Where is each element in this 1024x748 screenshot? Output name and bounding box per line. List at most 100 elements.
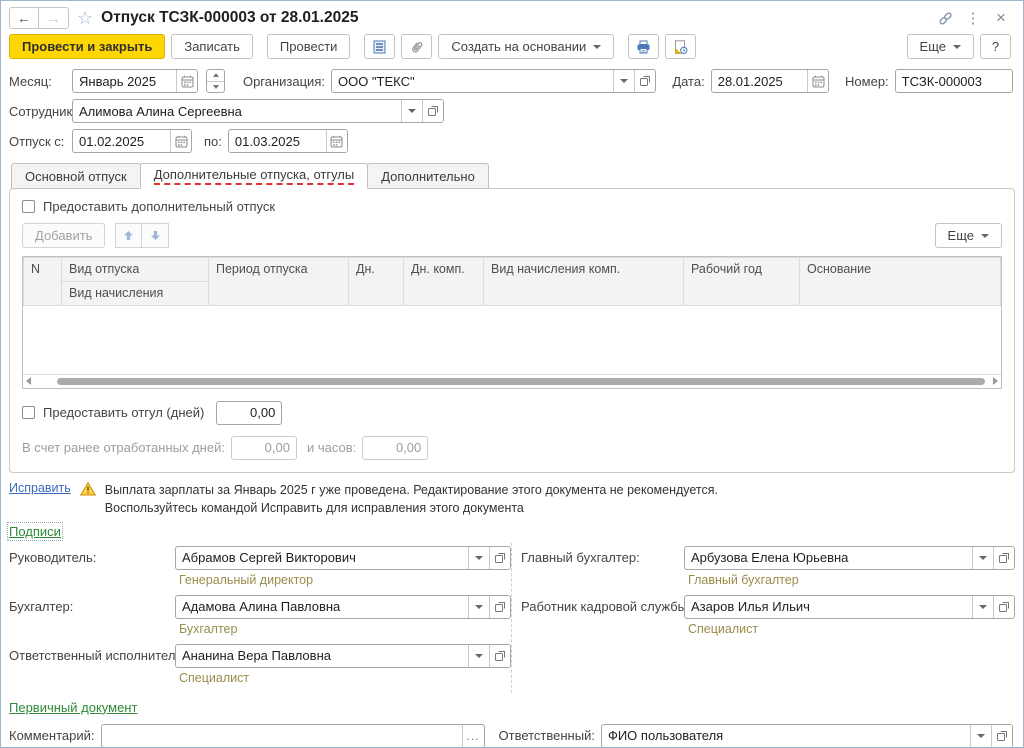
responsible-input[interactable] (602, 725, 970, 747)
time-off-days-input[interactable] (217, 402, 281, 424)
printer-icon (636, 40, 651, 54)
column-header-basis[interactable]: Основание (800, 258, 1001, 306)
more-button[interactable]: Еще (907, 34, 974, 59)
additional-vacation-checkbox-row: Предоставить дополнительный отпуск (22, 197, 1002, 223)
vacation-to-input[interactable] (229, 130, 326, 152)
back-button[interactable]: ← (9, 7, 39, 29)
responsible-executor-dropdown-button[interactable] (468, 645, 489, 667)
hr-officer-dropdown-button[interactable] (972, 596, 993, 618)
date-input[interactable] (712, 70, 807, 92)
month-calendar-button[interactable] (176, 70, 197, 92)
column-header-days[interactable]: Дн. (349, 258, 404, 306)
close-button[interactable]: × (991, 8, 1011, 28)
hr-officer-input[interactable] (685, 596, 972, 618)
column-header-working-year[interactable]: Рабочий год (684, 258, 800, 306)
column-header-vacation-type[interactable]: Вид отпуска (62, 258, 209, 282)
vacation-to-calendar-button[interactable] (326, 130, 347, 152)
add-row-button[interactable]: Добавить (22, 223, 105, 248)
forward-button[interactable]: → (39, 7, 69, 29)
chief-accountant-dropdown-button[interactable] (972, 547, 993, 569)
move-row-up-button[interactable] (115, 223, 142, 248)
vacation-from-field (72, 129, 192, 153)
chief-accountant-position: Главный бухгалтер (688, 573, 1015, 587)
vacation-from-input[interactable] (73, 130, 170, 152)
open-icon (998, 601, 1010, 613)
column-header-n[interactable]: N (24, 258, 62, 306)
month-field (72, 69, 198, 93)
tab-additional-vacations[interactable]: Дополнительные отпуска, отгулы (140, 163, 369, 189)
header-row-1: Месяц: Организация: (1, 66, 1023, 96)
horizontal-scrollbar-thumb[interactable] (57, 378, 985, 385)
signature-row: Руководитель: (9, 546, 511, 570)
print-history-button[interactable] (665, 34, 696, 59)
responsible-label: Ответственный: (499, 728, 595, 743)
employee-open-button[interactable] (422, 100, 443, 122)
tab-label: Дополнительно (381, 169, 475, 184)
print-button[interactable] (628, 34, 659, 59)
organization-label: Организация: (243, 74, 325, 89)
organization-dropdown-button[interactable] (613, 70, 634, 92)
document-window: ← → ☆ Отпуск ТСЗК-000003 от 28.01.2025 ⋮… (0, 0, 1024, 748)
time-off-checkbox[interactable] (22, 406, 35, 419)
comment-input[interactable] (102, 725, 462, 747)
column-header-comp-days[interactable]: Дн. комп. (404, 258, 484, 306)
warning-text: Выплата зарплаты за Январь 2025 г уже пр… (105, 481, 718, 517)
month-input[interactable] (73, 70, 176, 92)
primary-document-link[interactable]: Первичный документ (9, 700, 137, 715)
tab-label: Основной отпуск (25, 169, 127, 184)
scroll-left-icon[interactable] (26, 377, 31, 385)
table-more-label: Еще (948, 228, 974, 243)
arrow-up-icon (123, 230, 134, 241)
help-button[interactable]: ? (980, 34, 1011, 59)
organization-open-button[interactable] (634, 70, 655, 92)
favorite-star-icon[interactable]: ☆ (77, 9, 93, 27)
scroll-right-icon[interactable] (993, 377, 998, 385)
chief-accountant-open-button[interactable] (993, 547, 1014, 569)
column-header-vacation-period[interactable]: Период отпуска (209, 258, 349, 306)
fix-document-link[interactable]: Исправить (9, 481, 71, 495)
manager-dropdown-button[interactable] (468, 547, 489, 569)
responsible-executor-input[interactable] (176, 645, 468, 667)
organization-input[interactable] (332, 70, 613, 92)
post-and-close-button[interactable]: Провести и закрыть (9, 34, 165, 59)
vacation-from-calendar-button[interactable] (170, 130, 191, 152)
save-button[interactable]: Записать (171, 34, 253, 59)
employee-dropdown-button[interactable] (401, 100, 422, 122)
vacations-table-grid: N Вид отпуска Период отпуска Дн. Дн. ком… (23, 257, 1001, 374)
accountant-open-button[interactable] (489, 596, 510, 618)
month-stepper[interactable] (206, 69, 225, 93)
copy-link-button[interactable] (935, 8, 955, 28)
accountant-input[interactable] (176, 596, 468, 618)
empty-table-body[interactable] (24, 306, 1001, 374)
horizontal-scrollbar[interactable] (23, 374, 1001, 388)
tab-main-vacation[interactable]: Основной отпуск (11, 163, 141, 189)
tab-additional[interactable]: Дополнительно (367, 163, 489, 189)
column-header-comp-accrual-type[interactable]: Вид начисления комп. (484, 258, 684, 306)
column-subheader-accrual-type[interactable]: Вид начисления (62, 282, 209, 306)
manager-open-button[interactable] (489, 547, 510, 569)
additional-vacation-checkbox[interactable] (22, 200, 35, 213)
date-calendar-button[interactable] (807, 70, 828, 92)
accountant-dropdown-button[interactable] (468, 596, 489, 618)
comment-expand-button[interactable]: ... (462, 725, 484, 747)
post-button[interactable]: Провести (267, 34, 351, 59)
responsible-executor-open-button[interactable] (489, 645, 510, 667)
number-input[interactable] (896, 70, 1012, 92)
time-off-days-field (216, 401, 282, 425)
move-row-down-button[interactable] (142, 223, 169, 248)
table-more-button[interactable]: Еще (935, 223, 1002, 248)
window-menu-button[interactable]: ⋮ (963, 8, 983, 28)
hr-officer-open-button[interactable] (993, 596, 1014, 618)
responsible-dropdown-button[interactable] (970, 725, 991, 747)
create-based-on-button[interactable]: Создать на основании (438, 34, 614, 59)
document-movements-button[interactable] (364, 34, 395, 59)
attachments-button[interactable] (401, 34, 432, 59)
chief-accountant-input[interactable] (685, 547, 972, 569)
employee-input[interactable] (73, 100, 401, 122)
toolbar: Провести и закрыть Записать Провести Соз… (1, 31, 1023, 66)
warning-row: Исправить Выплата зарплаты за Январь 202… (1, 473, 1023, 518)
manager-input[interactable] (176, 547, 468, 569)
chevron-down-icon (979, 556, 987, 560)
signatures-section-link[interactable]: Подписи (9, 524, 61, 539)
responsible-open-button[interactable] (991, 725, 1012, 747)
